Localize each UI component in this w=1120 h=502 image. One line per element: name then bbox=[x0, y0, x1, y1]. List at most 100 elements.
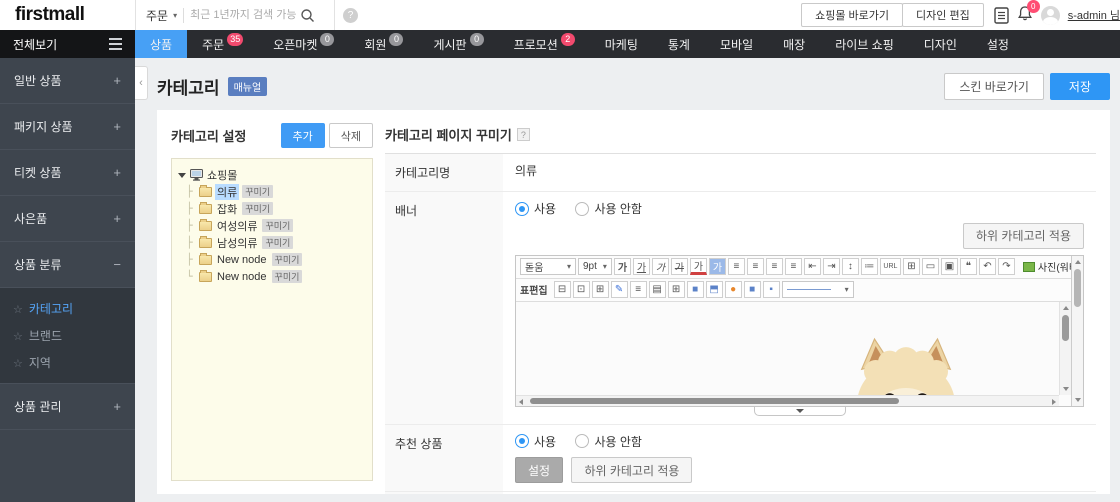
username-link[interactable]: s-admin 님 bbox=[1068, 7, 1120, 23]
search-input[interactable] bbox=[190, 9, 299, 21]
delete-category-button[interactable]: 삭제 bbox=[328, 123, 373, 148]
sidebar-collapse-button[interactable] bbox=[135, 66, 148, 100]
editor-format-button[interactable]: ⇤ bbox=[803, 258, 821, 275]
sidebar-item[interactable]: 상품 관리 + bbox=[0, 384, 135, 430]
nav-tab[interactable]: 회원 0 bbox=[349, 30, 418, 58]
manual-badge[interactable]: 매뉴얼 bbox=[227, 77, 268, 96]
content-horizontal-scrollbar[interactable] bbox=[516, 394, 1059, 406]
editor-table-button[interactable]: ⊟ bbox=[553, 281, 571, 298]
decorate-badge[interactable]: 꾸미기 bbox=[242, 185, 274, 198]
editor-table-button[interactable]: ▪ bbox=[762, 281, 780, 298]
editor-format-button[interactable]: URL bbox=[879, 258, 901, 275]
scroll-down-icon[interactable] bbox=[1075, 397, 1081, 402]
decorate-badge[interactable]: 꾸미기 bbox=[262, 219, 294, 232]
editor-format-button[interactable]: ≡ bbox=[727, 258, 745, 275]
tree-node-label[interactable]: New node bbox=[215, 271, 269, 283]
editor-format-button[interactable]: 가 bbox=[689, 258, 707, 275]
editor-format-button[interactable]: 가 bbox=[632, 258, 650, 275]
editor-format-button[interactable]: ⊞ bbox=[902, 258, 920, 275]
nav-tab[interactable]: 상품 bbox=[135, 30, 188, 58]
radio-unuse[interactable]: 사용 안함 bbox=[575, 200, 642, 217]
editor-format-button[interactable]: ≡ bbox=[765, 258, 783, 275]
notification-bell[interactable]: 0 bbox=[1017, 0, 1040, 25]
scroll-left-icon[interactable] bbox=[519, 398, 523, 405]
radio-icon[interactable] bbox=[575, 434, 590, 448]
editor-table-button[interactable]: ≡ bbox=[629, 281, 647, 298]
editor-table-button[interactable]: ● bbox=[724, 281, 742, 298]
tree-node-label[interactable]: New node bbox=[215, 254, 269, 266]
editor-format-button[interactable]: ≡ bbox=[746, 258, 764, 275]
editor-table-button[interactable]: ✎ bbox=[610, 281, 628, 298]
tree-node[interactable]: 의류 꾸미기 bbox=[186, 183, 366, 200]
editor-table-button[interactable]: ⬒ bbox=[705, 281, 723, 298]
decorate-badge[interactable]: 꾸미기 bbox=[271, 270, 303, 283]
sidebar-item[interactable]: 사은품 + bbox=[0, 196, 135, 242]
decorate-badge[interactable]: 꾸미기 bbox=[262, 236, 294, 249]
editor-table-button[interactable]: ▤ bbox=[648, 281, 666, 298]
editor-format-button[interactable]: 가 bbox=[708, 258, 726, 275]
editor-table-button[interactable]: ⊞ bbox=[667, 281, 685, 298]
scrollbar-thumb[interactable] bbox=[530, 397, 900, 404]
radio-icon[interactable] bbox=[515, 201, 529, 216]
tree-node[interactable]: 잡화 꾸미기 bbox=[186, 200, 366, 217]
nav-tab[interactable]: 모바일 bbox=[705, 30, 768, 58]
apply-subcategory-button[interactable]: 하위 카테고리 적용 bbox=[963, 222, 1084, 249]
nav-tab[interactable]: 설정 bbox=[972, 30, 1024, 58]
tree-node[interactable]: New node 꾸미기 bbox=[186, 251, 366, 268]
scroll-up-icon[interactable] bbox=[1075, 259, 1081, 264]
sidebar-subitem[interactable]: 지역 bbox=[0, 349, 135, 376]
scrollbar-thumb[interactable] bbox=[1074, 268, 1081, 307]
hamburger-icon[interactable] bbox=[109, 38, 122, 50]
save-button[interactable]: 저장 bbox=[1049, 73, 1110, 100]
search-icon[interactable] bbox=[300, 8, 315, 23]
search-scope-select[interactable]: 주문 bbox=[136, 7, 183, 24]
star-icon[interactable] bbox=[13, 329, 29, 343]
scroll-down-icon[interactable] bbox=[1063, 386, 1069, 391]
sidebar-item[interactable]: 일반 상품 + bbox=[0, 58, 135, 104]
editor-table-button[interactable]: ■ bbox=[743, 281, 761, 298]
sidebar-item[interactable]: 티켓 상품 + bbox=[0, 150, 135, 196]
sidebar-item[interactable]: 상품 분류 − bbox=[0, 242, 135, 288]
tree-node-label[interactable]: 남성의류 bbox=[215, 235, 259, 251]
radio-icon[interactable] bbox=[575, 201, 590, 216]
radio-use[interactable]: 사용 bbox=[515, 433, 556, 450]
tree-node-label[interactable]: 잡화 bbox=[215, 201, 239, 217]
content-vertical-scrollbar[interactable] bbox=[1059, 301, 1071, 395]
nav-tab[interactable]: 마케팅 bbox=[590, 30, 653, 58]
star-icon[interactable] bbox=[13, 356, 29, 370]
nav-tab[interactable]: 주문 35 bbox=[187, 30, 258, 58]
nav-tab[interactable]: 프로모션 2 bbox=[499, 30, 590, 58]
logo[interactable]: firstmall bbox=[0, 4, 135, 26]
radio-icon[interactable] bbox=[515, 434, 529, 448]
line-style-select[interactable] bbox=[781, 281, 854, 298]
editor-format-button[interactable]: ▭ bbox=[921, 258, 939, 275]
editor-format-button[interactable]: 가 bbox=[670, 258, 688, 275]
editor-format-button[interactable]: ▣ bbox=[940, 258, 958, 275]
tree-node[interactable]: 남성의류 꾸미기 bbox=[186, 234, 366, 251]
help-icon[interactable]: ? bbox=[516, 128, 530, 141]
radio-use[interactable]: 사용 bbox=[515, 200, 556, 217]
radio-unuse[interactable]: 사용 안함 bbox=[575, 433, 642, 450]
editor-format-button[interactable]: ↶ bbox=[978, 258, 996, 275]
tree-node-label[interactable]: 의류 bbox=[215, 183, 240, 200]
editor-format-button[interactable]: ≔ bbox=[860, 258, 878, 275]
editor-resize-handle[interactable] bbox=[753, 406, 846, 416]
font-size-select[interactable]: 9pt bbox=[578, 258, 612, 275]
document-icon[interactable] bbox=[993, 6, 1009, 24]
design-edit-button[interactable]: 디자인 편집 bbox=[902, 3, 984, 27]
avatar[interactable] bbox=[1040, 5, 1060, 25]
tree-expand-icon[interactable] bbox=[178, 172, 186, 178]
photo-watermark-button[interactable]: 사진(워터마크) bbox=[1022, 259, 1071, 274]
decorate-badge[interactable]: 꾸미기 bbox=[242, 202, 274, 215]
tree-node[interactable]: New node 꾸미기 bbox=[186, 268, 366, 285]
nav-tab[interactable]: 라이브 쇼핑 bbox=[820, 30, 909, 58]
help-icon[interactable]: ? bbox=[343, 7, 358, 23]
tree-root-node[interactable]: 쇼핑몰 bbox=[178, 167, 366, 183]
shop-shortcut-button[interactable]: 쇼핑몰 바로가기 bbox=[801, 3, 904, 27]
scrollbar-thumb[interactable] bbox=[1062, 314, 1069, 341]
editor-format-button[interactable]: ↕ bbox=[841, 258, 859, 275]
editor-format-button[interactable]: ⇥ bbox=[822, 258, 840, 275]
editor-format-button[interactable]: ≡ bbox=[784, 258, 802, 275]
tree-node-label[interactable]: 여성의류 bbox=[215, 218, 259, 234]
add-category-button[interactable]: 추가 bbox=[280, 123, 325, 148]
